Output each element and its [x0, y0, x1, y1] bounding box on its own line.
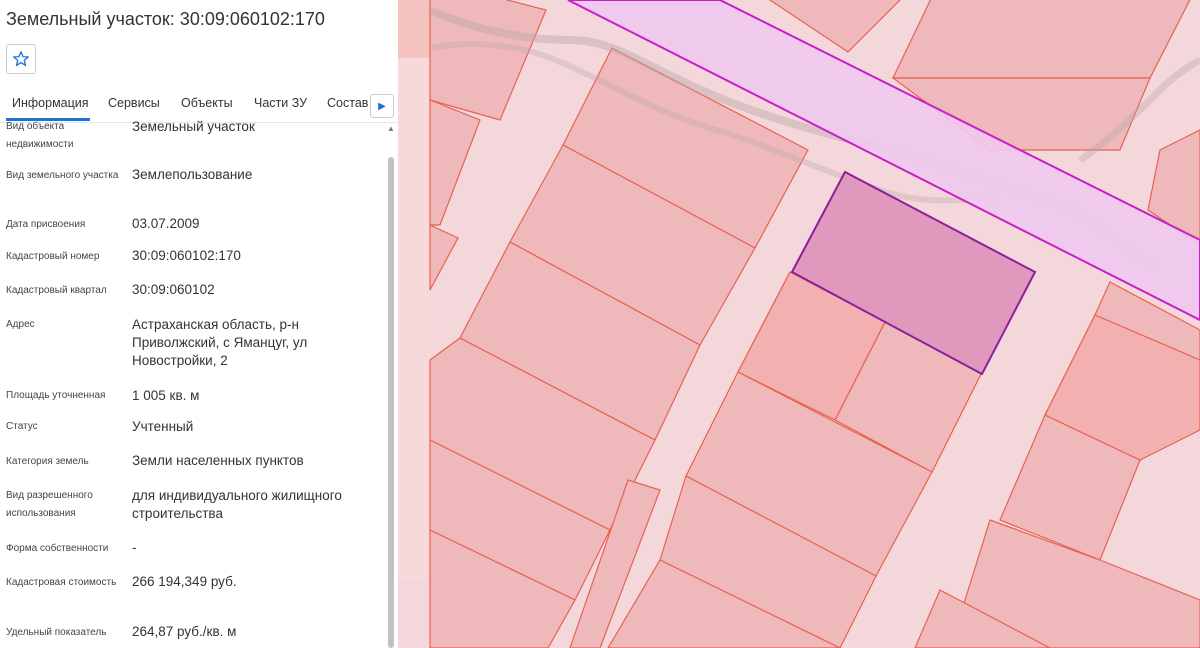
tab-services[interactable]: Сервисы — [108, 96, 160, 110]
property-value: 1 005 кв. м — [132, 388, 200, 403]
property-value: Астраханская область, р-н Приволжский, с… — [132, 317, 308, 368]
property-label: Вид объекта недвижимости — [6, 121, 74, 150]
property-value: Земли населенных пунктов — [132, 453, 304, 468]
property-value: - — [132, 540, 137, 555]
property-label: Кадастровый квартал — [6, 285, 107, 296]
info-panel: Земельный участок: 30:09:060102:170 Инфо… — [0, 0, 398, 648]
property-value: 264,87 руб./кв. м — [132, 624, 237, 639]
tab-objects[interactable]: Объекты — [181, 96, 233, 110]
property-label: Форма собственности — [6, 543, 109, 554]
star-outline-icon — [13, 51, 29, 67]
property-label: Удельный показатель — [6, 627, 107, 638]
property-label: Дата присвоения — [6, 219, 86, 230]
property-value: 30:09:060102 — [132, 282, 215, 297]
property-label: Вид разрешенного использования — [6, 490, 93, 519]
property-value: Учтенный — [132, 419, 194, 434]
scrollbar-thumb[interactable] — [388, 157, 394, 648]
tab-composition[interactable]: Состав — [327, 96, 368, 110]
scroll-up-arrow-icon[interactable]: ▲ — [386, 122, 396, 136]
property-value: Землепользование — [132, 167, 253, 182]
property-value: 03.07.2009 — [132, 216, 200, 231]
land-parcel[interactable] — [892, 0, 1200, 79]
property-label: Вид земельного участка — [6, 170, 119, 181]
property-label: Статус — [6, 421, 38, 432]
property-value: Земельный участок — [132, 119, 255, 134]
property-list: Вид объекта недвижимости Земельный участ… — [0, 118, 384, 648]
chevron-right-icon: ▶ — [378, 100, 386, 112]
map-edge-area — [398, 58, 430, 580]
property-value: 266 194,349 руб. — [132, 574, 237, 589]
property-label: Кадастровый номер — [6, 251, 100, 262]
page-title: Земельный участок: 30:09:060102:170 — [6, 9, 325, 29]
property-value: для индивидуального жилищного строительс… — [132, 488, 342, 521]
tab-information[interactable]: Информация — [12, 96, 89, 110]
tabs-scroll-right-button[interactable]: ▶ — [370, 94, 394, 118]
property-label: Категория земель — [6, 456, 89, 467]
favorite-button[interactable] — [6, 44, 36, 74]
property-value: 30:09:060102:170 — [132, 248, 241, 263]
property-label: Кадастровая стоимость — [6, 577, 117, 588]
property-label: Площадь уточненная — [6, 390, 106, 401]
property-label: Адрес — [6, 319, 35, 330]
map-edge-area — [398, 0, 430, 58]
tab-land-parts[interactable]: Части ЗУ — [254, 96, 307, 110]
